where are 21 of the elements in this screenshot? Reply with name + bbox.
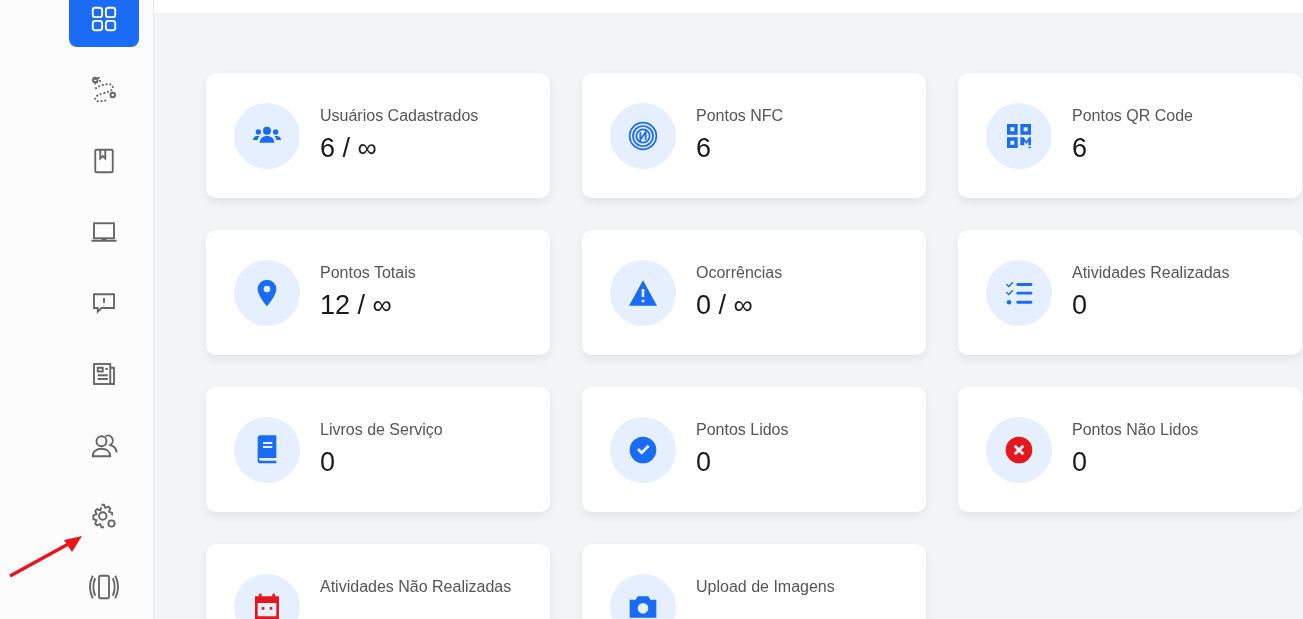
sidebar-item[interactable] xyxy=(68,0,139,47)
card-title: Upload de Imagens xyxy=(696,577,835,597)
card-title: Pontos Lidos xyxy=(696,420,789,440)
card-title: Atividades Não Realizadas xyxy=(320,577,512,597)
card-value: 0 / ∞ xyxy=(696,289,754,321)
card-title: Pontos Não Lidos xyxy=(1072,420,1199,440)
card-title: Ocorrências xyxy=(696,263,783,283)
card-title: Atividades Realizadas xyxy=(1072,263,1230,283)
card-value: 0 xyxy=(320,446,337,478)
card-value: 6 xyxy=(1072,132,1089,164)
card-value: 6 xyxy=(696,132,713,164)
card-value: 6 / ∞ xyxy=(320,132,378,164)
card-title: Usuários Cadastrados xyxy=(320,106,479,126)
card-value: 0 xyxy=(696,446,713,478)
card-value: 0 xyxy=(1072,446,1089,478)
card-title: Pontos Totais xyxy=(320,263,416,283)
card-title: Pontos QR Code xyxy=(1072,106,1193,126)
card-title: Livros de Serviço xyxy=(320,420,443,440)
card-value: 12 / ∞ xyxy=(320,289,393,321)
card-title: Pontos NFC xyxy=(696,106,784,126)
card-value: 0 xyxy=(1072,289,1089,321)
